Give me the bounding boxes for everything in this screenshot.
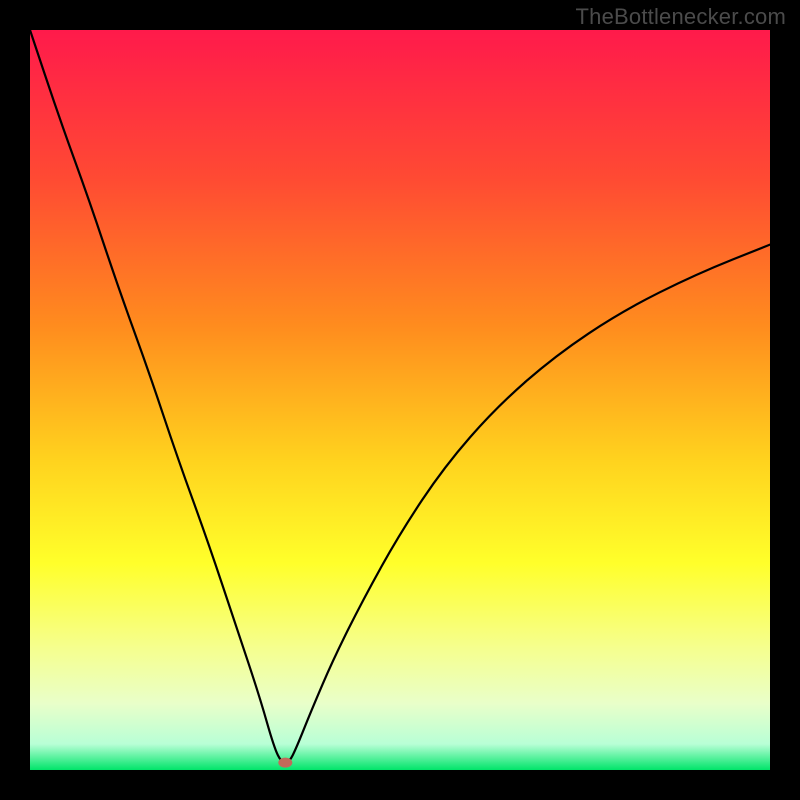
chart-frame: TheBottlenecker.com — [0, 0, 800, 800]
watermark-text: TheBottlenecker.com — [576, 4, 786, 30]
plot-area — [30, 30, 770, 770]
minimum-marker — [278, 758, 292, 768]
plot-svg — [30, 30, 770, 770]
gradient-background — [30, 30, 770, 770]
